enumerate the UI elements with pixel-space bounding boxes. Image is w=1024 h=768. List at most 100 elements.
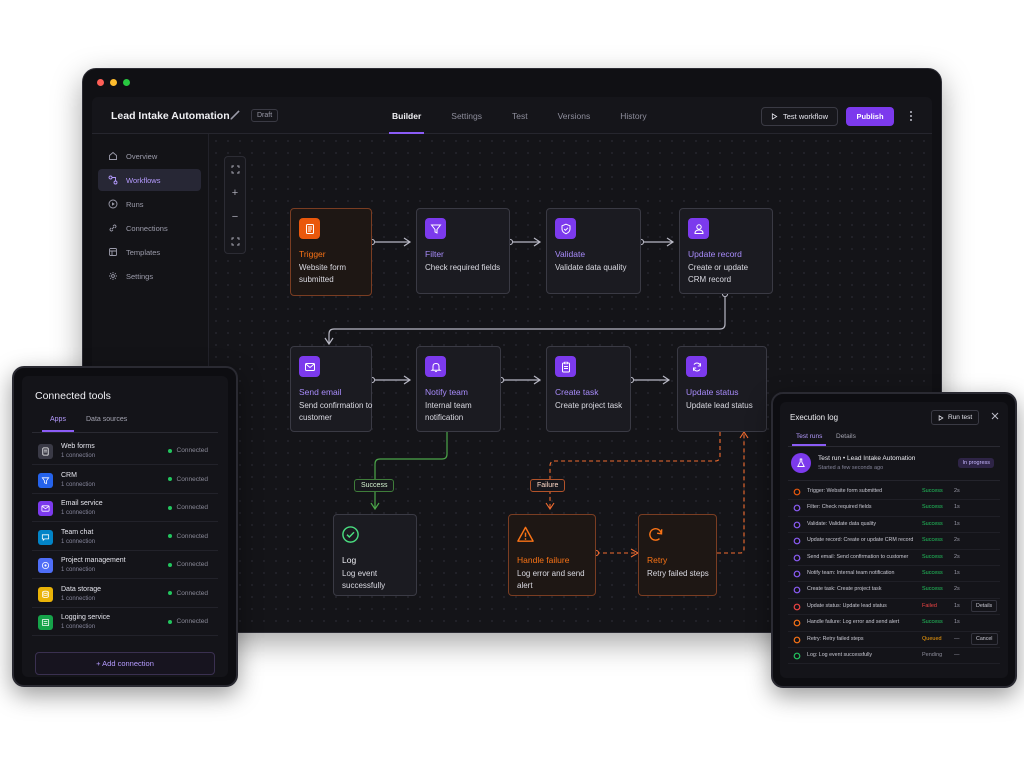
table-row[interactable]: Update record: Create or update CRM reco… [788, 533, 1000, 550]
close-icon[interactable] [990, 411, 1000, 421]
details-button[interactable]: Details [971, 599, 998, 612]
publish-button[interactable]: Publish [846, 107, 894, 126]
node-update-status[interactable]: Update status Update lead status [677, 346, 767, 432]
play-circle-icon [108, 199, 118, 209]
node-description: Internal team notification [425, 401, 472, 422]
tab-history[interactable]: History [620, 97, 646, 134]
execution-log-tablet: Execution log Run test Test runs Details… [771, 392, 1017, 688]
list-item[interactable]: Team chat 1 connection Connected [32, 523, 218, 551]
main-tabs: Builder Settings Test Versions History [388, 97, 677, 134]
table-row[interactable]: Send email: Send confirmation to custome… [788, 550, 1000, 566]
node-description: Send confirmation to customer [299, 401, 373, 422]
node-create-task[interactable]: Create task Create project task [546, 346, 631, 432]
node-validate[interactable]: Validate Validate data quality [546, 208, 641, 294]
list-item[interactable]: Data storage 1 connection Connected [32, 580, 218, 608]
clipboard-icon [555, 356, 576, 377]
test-run-summary[interactable]: Test run • Lead Intake Automation Starte… [788, 449, 1000, 481]
top-bar: Lead Intake Automation Draft Builder Set… [92, 97, 932, 134]
mail-icon [299, 356, 320, 377]
step-duration: 1s [954, 504, 960, 511]
table-row[interactable]: Notify team: Internal team notification S… [788, 566, 1000, 583]
status-badge: In progress [958, 458, 994, 468]
node-title: Filter [425, 249, 444, 259]
sidebar-item-templates[interactable]: Templates [98, 241, 201, 263]
node-trigger[interactable]: Trigger Website form submitted [290, 208, 372, 296]
close-window-button[interactable] [97, 79, 104, 86]
node-send-email[interactable]: Send email Send confirmation to customer [290, 346, 372, 432]
step-duration: 1s [954, 619, 960, 626]
home-icon [109, 151, 117, 160]
tool-connections: 1 connection [61, 510, 96, 516]
tab-data-sources[interactable]: Data sources [86, 416, 127, 423]
template-icon [109, 248, 117, 256]
test-workflow-button[interactable]: Test workflow [761, 107, 839, 126]
list-item[interactable]: Email service 1 connection Connected [32, 494, 218, 522]
table-row[interactable]: Retry: Retry failed steps Queued — Cancel [788, 632, 1000, 648]
tab-test[interactable]: Test [512, 97, 528, 134]
sidebar-item-label: Runs [126, 199, 144, 209]
status-badge: Connected [167, 618, 208, 625]
table-row[interactable]: Log: Log event successfully Pending — [788, 648, 1000, 665]
list-item[interactable]: CRM 1 connection Connected [32, 466, 218, 494]
table-row[interactable]: Trigger: Website form submitted Success 2s [788, 484, 1000, 501]
funnel-icon [425, 218, 446, 239]
node-notify-team[interactable]: Notify team Internal team notification [416, 346, 501, 432]
execution-log-tabs: Test runs Details [788, 433, 1000, 447]
step-description: Send email: Send confirmation to custome… [807, 553, 909, 560]
sidebar-item-overview[interactable]: Overview [98, 145, 201, 167]
node-description: Validate data quality [555, 263, 627, 272]
window-controls [97, 79, 130, 86]
status-badge: Success [922, 586, 943, 593]
node-handle-failure[interactable]: Handle failure Log error and send alert [508, 514, 596, 596]
table-row[interactable]: Filter: Check required fields Success 1s [788, 500, 1000, 517]
sidebar-item-workflows[interactable]: Workflows [98, 169, 201, 191]
sidebar-item-connections[interactable]: Connections [98, 217, 201, 239]
tab-apps[interactable]: Apps [42, 416, 74, 432]
check-circle-icon [340, 524, 361, 545]
list-item[interactable]: Web forms 1 connection Connected [32, 437, 218, 465]
node-update-record[interactable]: Update record Create or update CRM recor… [679, 208, 773, 294]
workflow-title[interactable]: Lead Intake Automation [111, 110, 230, 122]
sidebar-item-settings[interactable]: Settings [98, 265, 201, 287]
node-retry[interactable]: Retry Retry failed steps [638, 514, 717, 596]
maximize-window-button[interactable] [123, 79, 130, 86]
list-item[interactable]: Project management 1 connection Connecte… [32, 551, 218, 579]
step-description: Update record: Create or update CRM reco… [807, 537, 914, 544]
node-title: Validate [555, 249, 586, 259]
cancel-button[interactable]: Cancel [971, 632, 998, 645]
node-filter[interactable]: Filter Check required fields [416, 208, 510, 294]
tool-connections: 1 connection [61, 595, 96, 602]
node-log[interactable]: Log Log event successfully [333, 514, 417, 596]
tool-connections: 1 connection [61, 538, 96, 545]
step-description: Filter: Check required fields [807, 504, 872, 511]
pencil-icon[interactable] [229, 109, 241, 121]
sidebar-item-runs[interactable]: Runs [98, 193, 201, 215]
tool-connections: 1 connection [61, 567, 96, 573]
step-icon [793, 554, 801, 561]
add-connection-button[interactable]: + Add connection [35, 652, 215, 675]
tool-name: Project management [61, 557, 126, 564]
table-row[interactable]: Validate: Validate data quality Success 1s [788, 517, 1000, 534]
tab-versions[interactable]: Versions [558, 97, 591, 134]
tab-builder[interactable]: Builder [388, 97, 425, 134]
table-row[interactable]: Handle failure: Log error and send alert… [788, 615, 1000, 632]
tab-settings[interactable]: Settings [451, 97, 482, 134]
table-row[interactable]: Update status: Update lead status Failed 1… [788, 599, 1000, 616]
tool-name: CRM [61, 471, 77, 479]
run-test-button[interactable]: Run test [931, 410, 980, 425]
minimize-window-button[interactable] [110, 79, 117, 86]
status-badge: Connected [167, 504, 208, 511]
tool-name: Email service [61, 500, 103, 507]
step-icon [793, 537, 801, 545]
step-duration: 2s [954, 553, 960, 560]
step-description: Log: Log event successfully [807, 652, 873, 658]
tool-name: Data storage [61, 585, 102, 593]
tool-name: Web forms [61, 443, 95, 450]
tab-details[interactable]: Details [836, 433, 856, 440]
status-badge: Failed [922, 602, 937, 609]
tab-test-runs[interactable]: Test runs [791, 433, 827, 446]
more-menu-icon[interactable] [908, 109, 914, 123]
sidebar-item-label: Overview [126, 151, 158, 161]
list-item[interactable]: Logging service 1 connection Connected [32, 608, 218, 636]
table-row[interactable]: Create task: Create project task Success 2… [788, 582, 1000, 599]
